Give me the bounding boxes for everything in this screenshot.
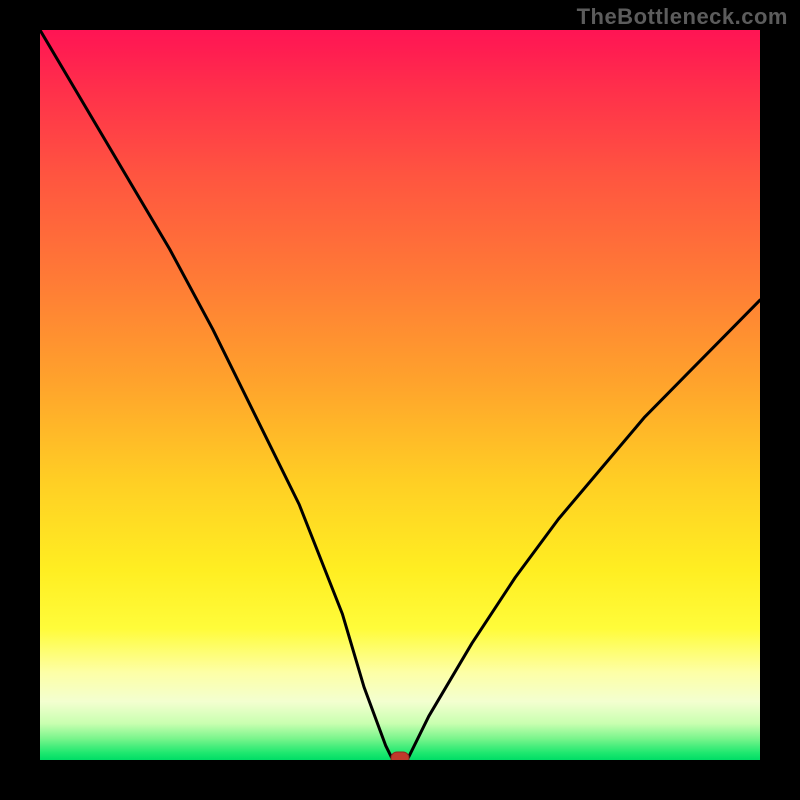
bottleneck-curve [40, 30, 760, 760]
plot-area [40, 30, 760, 760]
chart-frame: TheBottleneck.com [0, 0, 800, 800]
optimal-marker [391, 752, 409, 760]
watermark-text: TheBottleneck.com [577, 4, 788, 30]
curve-layer [40, 30, 760, 760]
